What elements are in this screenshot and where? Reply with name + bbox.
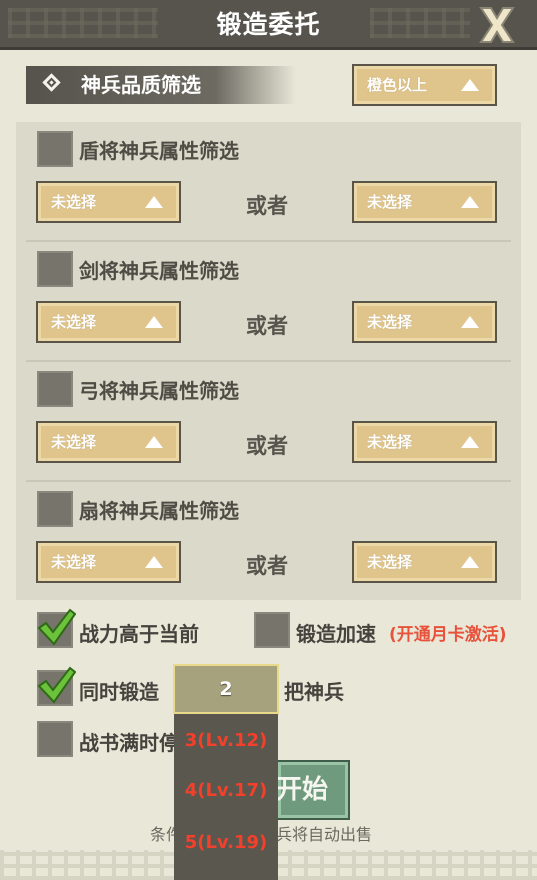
sword-filter-title: 剑将神兵属性筛选: [79, 259, 239, 283]
forge-count-options: 3(Lv.12) 4(Lv.17) 5(Lv.19): [174, 714, 278, 880]
page-title: 锻造委托: [216, 10, 321, 39]
fan-filter-right-dropdown[interactable]: 未选择: [352, 541, 497, 583]
triangle-up-icon: [145, 436, 163, 448]
sword-filter-section: 剑将神兵属性筛选 未选择 或者 未选择: [16, 242, 521, 362]
or-label: 或者: [246, 434, 288, 458]
sword-filter-left-dropdown[interactable]: 未选择: [36, 301, 181, 343]
bow-filter-left-dropdown[interactable]: 未选择: [36, 421, 181, 463]
fan-filter-section: 扇将神兵属性筛选 未选择 或者 未选择: [16, 482, 521, 602]
attribute-filter-panel: 盾将神兵属性筛选 未选择 或者 未选择 剑将神兵属性筛选 未选择 或者 未选择 …: [16, 122, 521, 600]
close-x-icon: [479, 7, 515, 43]
dropdown-value: 未选择: [367, 193, 413, 211]
weapon-unit-label: 把神兵: [284, 680, 344, 704]
dropdown-value: 未选择: [51, 433, 97, 451]
fan-filter-title: 扇将神兵属性筛选: [79, 499, 239, 523]
triangle-up-icon: [461, 436, 479, 448]
sword-filter-right-dropdown[interactable]: 未选择: [352, 301, 497, 343]
start-button[interactable]: 开始: [276, 760, 350, 820]
triangle-up-icon: [145, 196, 163, 208]
bow-filter-section: 弓将神兵属性筛选 未选择 或者 未选择: [16, 362, 521, 482]
dropdown-value: 未选择: [367, 553, 413, 571]
dropdown-value: 未选择: [51, 193, 97, 211]
shield-filter-right-dropdown[interactable]: 未选择: [352, 181, 497, 223]
fan-filter-checkbox[interactable]: [37, 491, 73, 527]
or-label: 或者: [246, 554, 288, 578]
bow-filter-title: 弓将神兵属性筛选: [79, 379, 239, 403]
shield-filter-section: 盾将神兵属性筛选 未选择 或者 未选择: [16, 122, 521, 242]
shield-filter-checkbox[interactable]: [37, 131, 73, 167]
shield-filter-title: 盾将神兵属性筛选: [79, 139, 239, 163]
quality-filter-row: 神兵品质筛选: [26, 66, 296, 104]
simultaneous-forge-label: 同时锻造: [79, 680, 159, 704]
dropdown-value: 未选择: [367, 313, 413, 331]
quality-dropdown[interactable]: 橙色以上: [352, 64, 497, 106]
checkmark-icon: [37, 608, 76, 646]
quality-filter-label: 神兵品质筛选: [81, 73, 201, 97]
fan-filter-left-dropdown[interactable]: 未选择: [36, 541, 181, 583]
title-bar: 锻造委托: [0, 0, 537, 50]
triangle-up-icon: [461, 556, 479, 568]
forge-count-option[interactable]: 3(Lv.12): [174, 716, 278, 766]
or-label: 或者: [246, 314, 288, 338]
bow-filter-right-dropdown[interactable]: 未选择: [352, 421, 497, 463]
footnote-right: 兵将自动出售: [276, 825, 373, 844]
triangle-up-icon: [461, 196, 479, 208]
close-button[interactable]: [473, 3, 521, 47]
forge-count-select[interactable]: 2: [173, 664, 279, 714]
forge-count-option[interactable]: 5(Lv.19): [174, 818, 278, 868]
forge-count-option[interactable]: 4(Lv.17): [174, 766, 278, 816]
monthly-card-note[interactable]: (开通月卡激活): [389, 620, 507, 645]
start-button-label: 开始: [276, 775, 329, 805]
speed-up-checkbox[interactable]: [254, 612, 290, 648]
book-full-checkbox[interactable]: [37, 721, 73, 757]
quality-dropdown-value: 橙色以上: [367, 76, 428, 94]
dropdown-value: 未选择: [367, 433, 413, 451]
triangle-up-icon: [461, 79, 479, 91]
power-higher-label: 战力高于当前: [79, 622, 199, 646]
speed-up-label: 锻造加速: [296, 622, 376, 646]
bow-filter-checkbox[interactable]: [37, 371, 73, 407]
sword-filter-checkbox[interactable]: [37, 251, 73, 287]
diamond-icon: [42, 73, 61, 92]
book-full-label: 战书满时停: [79, 731, 179, 755]
or-label: 或者: [246, 194, 288, 218]
triangle-up-icon: [461, 316, 479, 328]
checkmark-icon: [37, 666, 76, 704]
triangle-up-icon: [145, 316, 163, 328]
dropdown-value: 未选择: [51, 553, 97, 571]
dropdown-value: 未选择: [51, 313, 97, 331]
triangle-up-icon: [145, 556, 163, 568]
shield-filter-left-dropdown[interactable]: 未选择: [36, 181, 181, 223]
